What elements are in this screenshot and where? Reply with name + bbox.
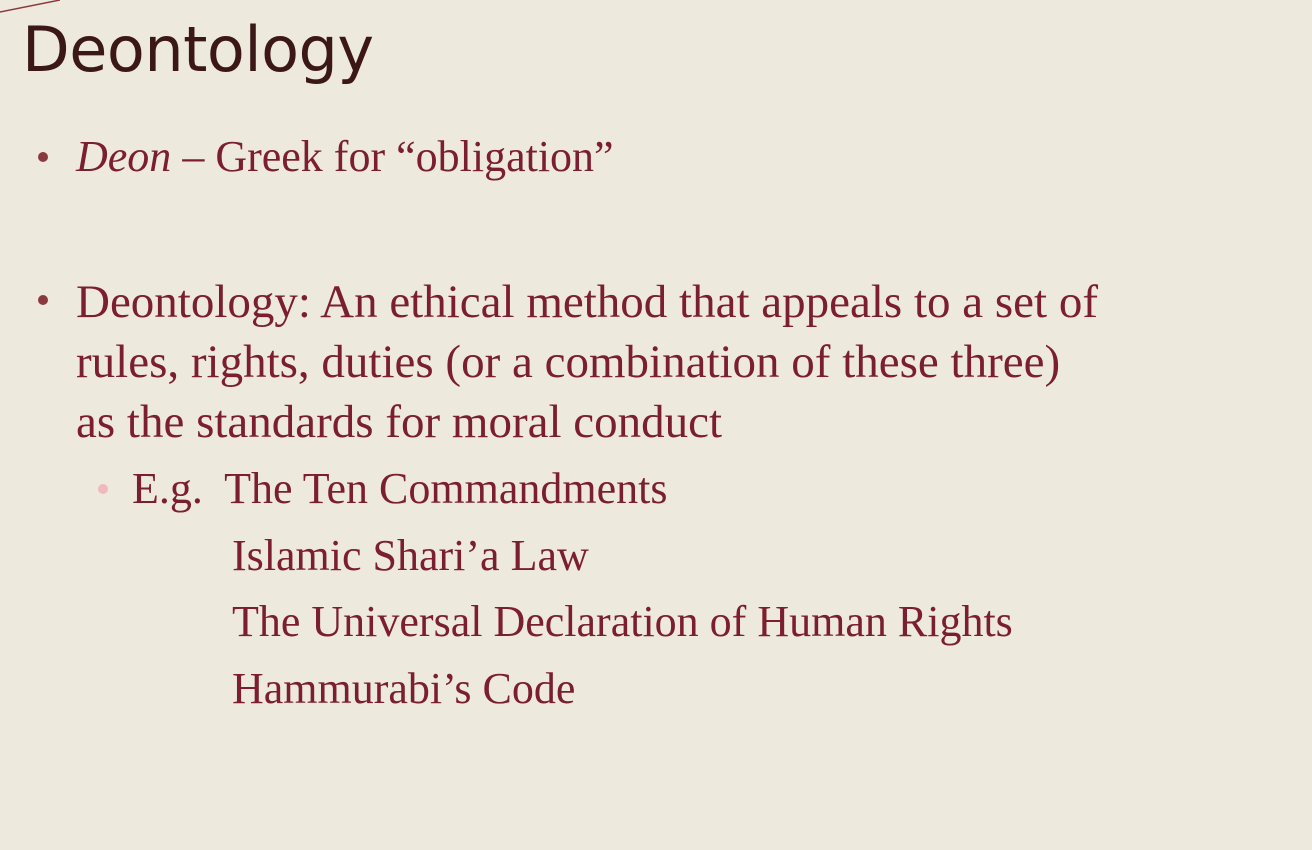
- bullet-2-line-3: as the standards for moral conduct: [76, 396, 723, 448]
- slide-title: Deontology: [22, 13, 374, 86]
- bullet-1-text: Deon – Greek for “obligation”: [76, 130, 614, 184]
- example-item-4: Hammurabi’s Code: [232, 664, 576, 713]
- bullet-dot-2: [38, 295, 48, 305]
- bullet-2-line-1: Deontology: An ethical method that appea…: [76, 276, 1098, 328]
- sub-bullet-prefix: E.g.: [132, 464, 225, 513]
- example-item-1: The Ten Commandments: [224, 464, 668, 513]
- bullet-1-rest: – Greek for “obligation”: [171, 132, 614, 181]
- sub-bullet-text: E.g. The Ten Commandments: [132, 462, 667, 516]
- bullet-2-text: Deontology: An ethical method that appea…: [76, 272, 1276, 452]
- bullet-dot-1: [38, 152, 48, 162]
- slide: Deontology Deon – Greek for “obligation”…: [0, 0, 1312, 850]
- bullet-2-line-2: rules, rights, duties (or a combination …: [76, 336, 1061, 388]
- sub-bullet-dot: [98, 484, 108, 494]
- example-item-3: The Universal Declaration of Human Right…: [232, 597, 1013, 646]
- bullet-1-term: Deon: [76, 132, 172, 181]
- example-item-2: Islamic Shari’a Law: [232, 531, 589, 580]
